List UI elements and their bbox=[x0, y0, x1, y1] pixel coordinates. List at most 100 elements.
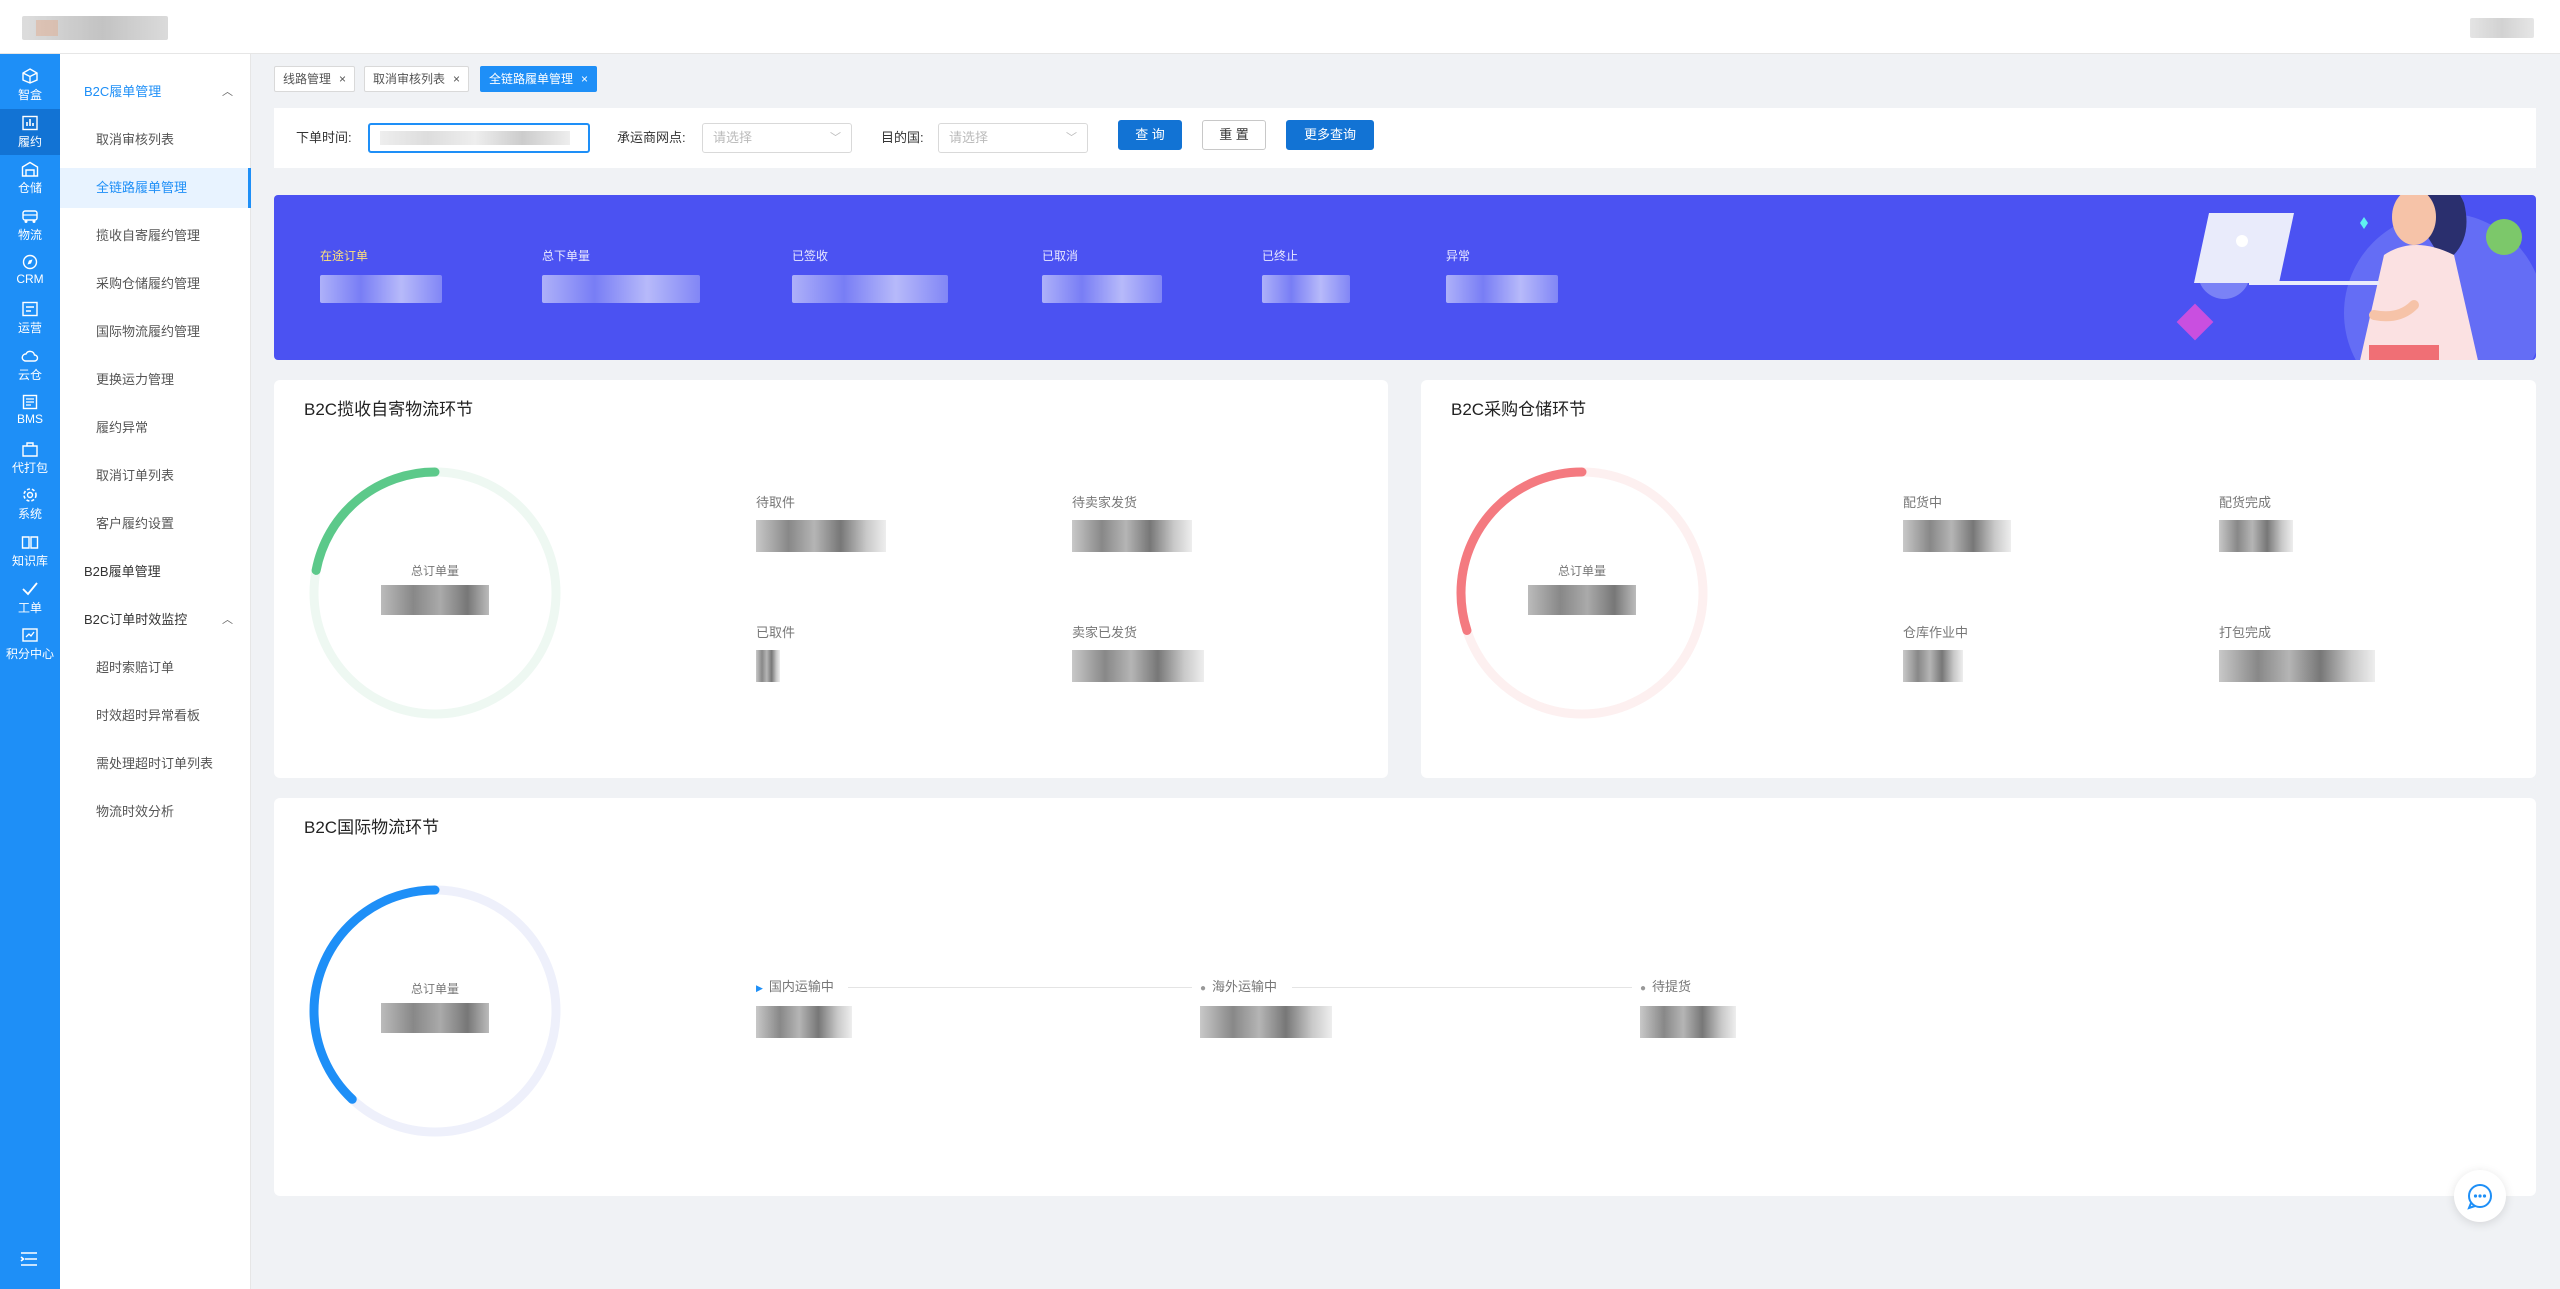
bms-icon bbox=[21, 394, 39, 410]
logo-icon[interactable] bbox=[22, 16, 168, 40]
monitor-icon bbox=[21, 301, 39, 317]
page-tab[interactable]: 全链路履单管理 × bbox=[480, 66, 598, 92]
rail-item-label: CRM bbox=[16, 272, 44, 287]
subnav-item-label: 揽收自寄履约管理 bbox=[96, 228, 201, 243]
rail-item-11[interactable]: 知识库 bbox=[0, 528, 60, 574]
check-icon bbox=[21, 581, 39, 597]
dot-icon: ● bbox=[1200, 983, 1207, 994]
rail-item-3[interactable]: 仓储 bbox=[0, 155, 60, 201]
subnav-item[interactable]: 采购仓储履约管理 bbox=[60, 264, 251, 304]
summary-banner: 在途订单 总下单量 已签收 已取消 已终止 异常 bbox=[274, 195, 2536, 360]
carrier-select[interactable]: 请选择 ﹀ bbox=[702, 123, 852, 153]
page-tab[interactable]: 线路管理 × bbox=[274, 66, 356, 92]
subnav-item[interactable]: 超时索赔订单 bbox=[60, 648, 251, 688]
card-title: B2C国际物流环节 bbox=[304, 818, 440, 837]
subnav-item[interactable]: 时效超时异常看板 bbox=[60, 696, 251, 736]
subnav-item[interactable]: B2C订单时效监控 ︿ bbox=[60, 600, 251, 640]
stat-value bbox=[1446, 275, 1558, 303]
app-rail: 智盒履约 仓储物流 CRM 运营云仓 BMS 代打包系统知识库工单 积分中心 bbox=[0, 54, 60, 1289]
rail-item-7[interactable]: 云仓 bbox=[0, 342, 60, 388]
filter-bar: 下单时间: 承运商网点: 请选择 ﹀ 目的国: 请选择 ﹀ 查 询 重 置 更多… bbox=[274, 108, 2536, 168]
flow-step: ● 海外运输中 bbox=[1200, 978, 1332, 1038]
subnav-item[interactable]: 履约异常 bbox=[60, 408, 251, 448]
warehouse-icon bbox=[21, 161, 39, 177]
rail-item-2[interactable]: 履约 bbox=[0, 108, 60, 155]
order-time-label: 下单时间: bbox=[296, 130, 352, 145]
rail-item-label: 知识库 bbox=[11, 554, 48, 568]
stat-label: 总下单量 bbox=[542, 249, 591, 263]
intl-card: B2C国际物流环节 总订单量 bbox=[274, 798, 2536, 1196]
points-icon bbox=[21, 627, 39, 643]
subnav-item-label: 更换运力管理 bbox=[96, 372, 175, 387]
user-avatar[interactable] bbox=[2470, 18, 2534, 38]
rail-item-12[interactable]: 工单 bbox=[0, 575, 60, 621]
stat-value bbox=[542, 275, 700, 303]
subnav-item[interactable]: 揽收自寄履约管理 bbox=[60, 216, 251, 256]
carrier-placeholder: 请选择 bbox=[713, 130, 753, 145]
rail-item-label: 物流 bbox=[17, 227, 42, 242]
illustration-icon bbox=[2176, 195, 2536, 360]
rail-item-9[interactable]: 代打包 bbox=[0, 435, 60, 481]
card-title: B2C揽收自寄物流环节 bbox=[304, 400, 474, 419]
subnav-item[interactable]: 更换运力管理 bbox=[60, 360, 251, 400]
subnav-item[interactable]: B2C履单管理 ︿ bbox=[60, 72, 251, 112]
dest-placeholder: 请选择 bbox=[949, 130, 989, 145]
close-icon[interactable]: × bbox=[453, 72, 460, 86]
metric-item: 待取件 bbox=[756, 494, 886, 552]
subnav-item[interactable]: 取消订单列表 bbox=[60, 456, 251, 496]
page-tab[interactable]: 取消审核列表 × bbox=[364, 66, 470, 92]
subnav-item-label: B2C订单时效监控 bbox=[84, 612, 188, 627]
stat-value bbox=[1042, 275, 1162, 303]
chat-button[interactable] bbox=[2454, 1170, 2506, 1222]
close-icon[interactable]: × bbox=[339, 72, 346, 86]
stat-value bbox=[320, 275, 442, 303]
rail-item-label: 代打包 bbox=[11, 460, 48, 475]
rail-item-label: 智盒 bbox=[17, 88, 42, 102]
subnav-item-label: 国际物流履约管理 bbox=[96, 324, 201, 339]
rail-item-5[interactable]: CRM bbox=[0, 248, 60, 294]
summary-stat: 在途订单 bbox=[320, 247, 442, 303]
card-title: B2C采购仓储环节 bbox=[1451, 400, 1587, 419]
warehouse-card: B2C采购仓储环节 总订单量 配货中 配货完成 仓库作业中 打包完成 bbox=[1421, 380, 2536, 778]
subnav-item[interactable]: B2B履单管理 bbox=[60, 552, 251, 592]
summary-stat: 异常 bbox=[1446, 247, 1558, 303]
summary-stat: 已终止 bbox=[1262, 247, 1350, 303]
metric-item: 打包完成 bbox=[2219, 624, 2375, 682]
metric-item: 卖家已发货 bbox=[1072, 624, 1204, 682]
rail-item-1[interactable]: 智盒 bbox=[0, 62, 60, 108]
stat-label: 已取消 bbox=[1042, 249, 1079, 263]
collapse-menu-icon[interactable] bbox=[18, 1249, 40, 1269]
subnav-item[interactable]: 取消审核列表 bbox=[60, 120, 251, 160]
subnav-item[interactable]: 需处理超时订单列表 bbox=[60, 744, 251, 784]
subnav-item-label: B2C履单管理 bbox=[84, 84, 162, 99]
query-button[interactable]: 查 询 bbox=[1118, 120, 1182, 150]
close-icon[interactable]: × bbox=[581, 72, 588, 86]
rail-item-label: BMS bbox=[16, 412, 43, 427]
reset-button[interactable]: 重 置 bbox=[1202, 120, 1266, 150]
rail-item-label: 云仓 bbox=[17, 367, 42, 382]
subnav-item-label: 物流时效分析 bbox=[96, 804, 175, 819]
metric-item: 仓库作业中 bbox=[1903, 624, 1968, 682]
more-query-button[interactable]: 更多查询 bbox=[1286, 120, 1374, 150]
book-icon bbox=[21, 534, 39, 550]
subnav-item-label: 全链路履单管理 bbox=[96, 180, 188, 195]
order-time-input[interactable] bbox=[368, 123, 590, 153]
stat-label: 异常 bbox=[1446, 249, 1471, 263]
rail-item-13[interactable]: 积分中心 bbox=[0, 621, 60, 667]
subnav-item[interactable]: 国际物流履约管理 bbox=[60, 312, 251, 352]
compass-icon bbox=[21, 254, 39, 270]
intl-ring: 总订单量 bbox=[304, 880, 566, 1142]
chat-icon bbox=[2467, 1184, 2492, 1210]
subnav-item[interactable]: 物流时效分析 bbox=[60, 792, 251, 832]
rail-item-6[interactable]: 运营 bbox=[0, 295, 60, 341]
stat-value bbox=[792, 275, 948, 303]
subnav-item[interactable]: 客户履约设置 bbox=[60, 504, 251, 544]
dest-country-select[interactable]: 请选择 ﹀ bbox=[938, 123, 1088, 153]
subnav-item[interactable]: 全链路履单管理 bbox=[60, 168, 251, 208]
summary-stat: 总下单量 bbox=[542, 247, 700, 303]
rail-item-4[interactable]: 物流 bbox=[0, 202, 60, 248]
rail-item-10[interactable]: 系统 bbox=[0, 481, 60, 527]
subnav-item-label: 超时索赔订单 bbox=[96, 660, 175, 675]
pickup-card: B2C揽收自寄物流环节 总订单量 待取件 待卖家发货 已取件 卖家已发货 bbox=[274, 380, 1388, 778]
rail-item-8[interactable]: BMS bbox=[0, 388, 60, 434]
